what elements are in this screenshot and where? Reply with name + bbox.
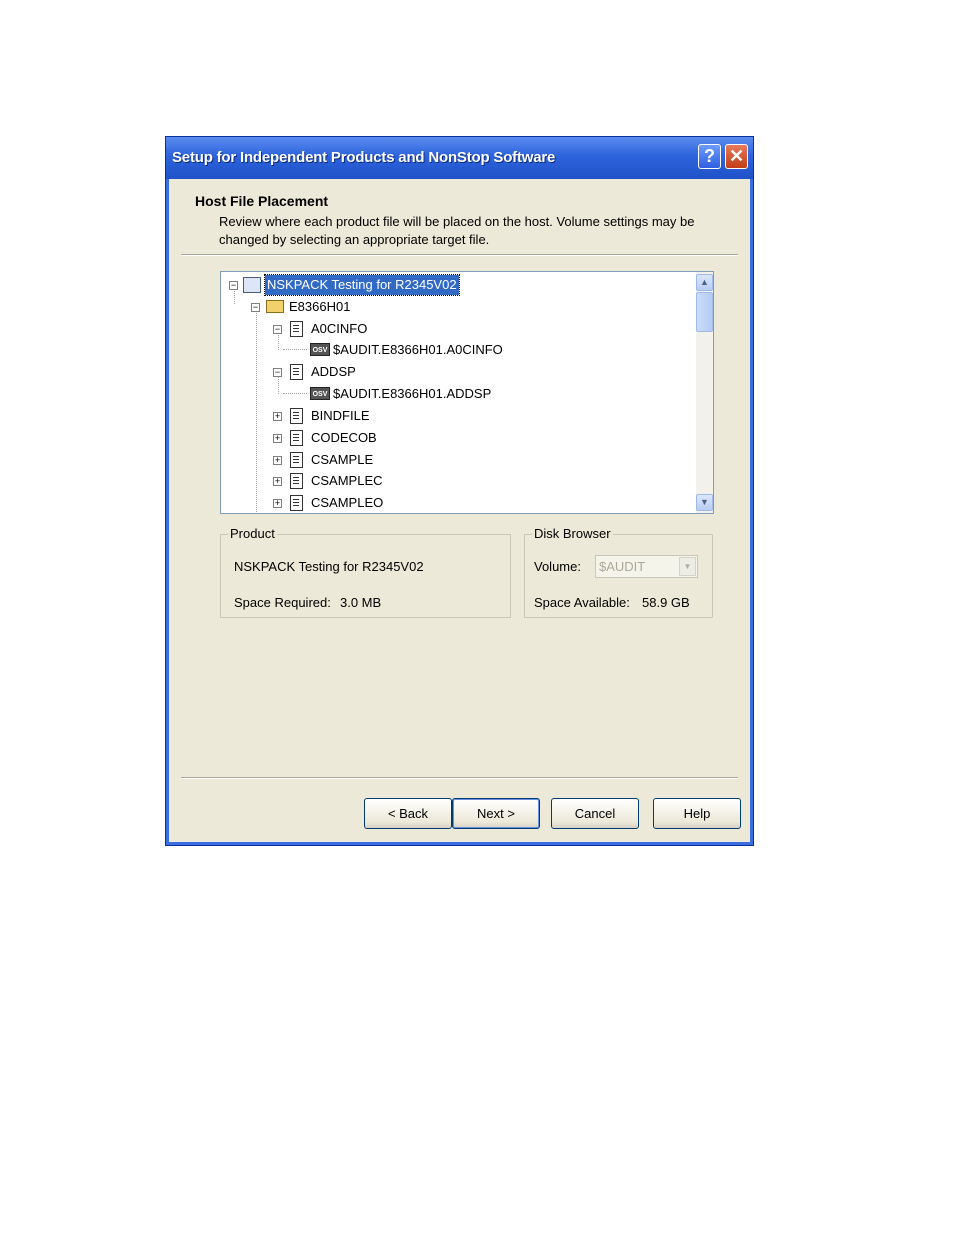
osv-volume-icon: OSV xyxy=(310,343,330,356)
volume-label: Volume: xyxy=(534,559,581,574)
scroll-up-icon[interactable]: ▲ xyxy=(696,274,713,291)
window-title: Setup for Independent Products and NonSt… xyxy=(172,149,556,166)
tree-node-file[interactable]: CSAMPLEO xyxy=(309,493,385,513)
page-description: Review where each product file will be p… xyxy=(219,214,695,247)
tree-node-label: E8366H01 xyxy=(289,299,351,314)
file-tree[interactable]: − NSKPACK Testing for R2345V02 − E8366H0… xyxy=(220,271,714,514)
tree-node-label: A0CINFO xyxy=(311,321,368,336)
product-group-label: Product xyxy=(228,526,277,541)
tree-node-file[interactable]: CSAMPLE xyxy=(309,450,375,470)
tree-node-label: CSAMPLEO xyxy=(311,495,384,510)
disk-browser-label: Disk Browser xyxy=(532,526,613,541)
tree-node-file[interactable]: CSAMPLEC xyxy=(309,471,385,491)
cancel-button[interactable]: Cancel xyxy=(551,798,639,829)
tree-node-label: NSKPACK Testing for R2345V02 xyxy=(264,274,460,296)
document-icon xyxy=(290,473,303,489)
document-icon xyxy=(290,408,303,424)
tree-node-target[interactable]: $AUDIT.E8366H01.ADDSP xyxy=(331,384,493,404)
collapse-icon[interactable]: − xyxy=(229,281,238,290)
document-icon xyxy=(290,452,303,468)
collapse-icon[interactable]: − xyxy=(273,368,282,377)
help-icon[interactable]: ? xyxy=(698,144,721,169)
tree-node-label: CSAMPLEC xyxy=(311,473,383,488)
document-icon xyxy=(290,495,303,511)
product-group: Product NSKPACK Testing for R2345V02 Spa… xyxy=(220,526,511,618)
space-required-value: 3.0 MB xyxy=(340,595,382,610)
tree-connector xyxy=(283,349,307,350)
expand-icon[interactable]: + xyxy=(273,412,282,421)
tree-connector xyxy=(256,308,257,513)
volume-value: $AUDIT xyxy=(599,559,646,574)
next-button[interactable]: Next > xyxy=(452,798,540,829)
document-icon xyxy=(290,364,303,380)
disk-browser-group: Disk Browser Volume: $AUDIT ▼ Space Avai… xyxy=(524,526,713,618)
chevron-down-icon[interactable]: ▼ xyxy=(679,557,696,576)
document-icon xyxy=(290,321,303,337)
back-button[interactable]: < Back xyxy=(364,798,452,829)
product-name: NSKPACK Testing for R2345V02 xyxy=(234,559,424,574)
tree-node-label: $AUDIT.E8366H01.A0CINFO xyxy=(333,342,503,357)
tree-node-label: ADDSP xyxy=(311,364,356,379)
space-available-value: 58.9 GB xyxy=(642,595,690,610)
tree-node-label: CSAMPLE xyxy=(311,452,374,467)
tree-node-file[interactable]: ADDSP xyxy=(309,362,358,382)
tree-node-file[interactable]: CODECOB xyxy=(309,428,379,448)
tree-scrollbar[interactable]: ▲ ▼ xyxy=(696,272,713,513)
document-icon xyxy=(290,430,303,446)
tree-node-label: BINDFILE xyxy=(311,408,370,423)
scroll-down-icon[interactable]: ▼ xyxy=(696,494,713,511)
expand-icon[interactable]: + xyxy=(273,477,282,486)
tree-node-file[interactable]: BINDFILE xyxy=(309,406,372,426)
setup-dialog: Setup for Independent Products and NonSt… xyxy=(165,136,754,846)
tree-node-product[interactable]: NSKPACK Testing for R2345V02 xyxy=(264,274,460,296)
title-bar[interactable]: Setup for Independent Products and NonSt… xyxy=(166,137,753,179)
tree-node-folder[interactable]: E8366H01 xyxy=(287,297,352,317)
expand-icon[interactable]: + xyxy=(273,434,282,443)
close-icon[interactable]: ✕ xyxy=(725,144,748,169)
help-button[interactable]: Help xyxy=(653,798,741,829)
tree-node-target[interactable]: $AUDIT.E8366H01.A0CINFO xyxy=(331,340,505,360)
tree-node-label: $AUDIT.E8366H01.ADDSP xyxy=(333,386,492,401)
expand-icon[interactable]: + xyxy=(273,499,282,508)
space-required-label: Space Required: xyxy=(234,595,331,610)
scroll-thumb[interactable] xyxy=(696,292,713,332)
tree-connector xyxy=(283,393,307,394)
tree-node-file[interactable]: A0CINFO xyxy=(309,319,369,339)
dialog-body: Host File Placement Review where each pr… xyxy=(169,179,750,842)
collapse-icon[interactable]: − xyxy=(251,303,260,312)
tree-node-label: CODECOB xyxy=(311,430,377,445)
header-area: Host File Placement Review where each pr… xyxy=(169,179,750,254)
osv-volume-icon: OSV xyxy=(310,387,330,400)
expand-icon[interactable]: + xyxy=(273,456,282,465)
collapse-icon[interactable]: − xyxy=(273,325,282,334)
space-available-label: Space Available: xyxy=(534,595,630,610)
product-icon xyxy=(243,277,261,293)
page-title: Host File Placement xyxy=(195,193,329,209)
open-folder-icon xyxy=(266,300,284,313)
tree-connector xyxy=(278,374,279,394)
footer-divider xyxy=(181,777,738,779)
volume-select[interactable]: $AUDIT ▼ xyxy=(595,555,698,578)
header-divider xyxy=(181,254,738,256)
